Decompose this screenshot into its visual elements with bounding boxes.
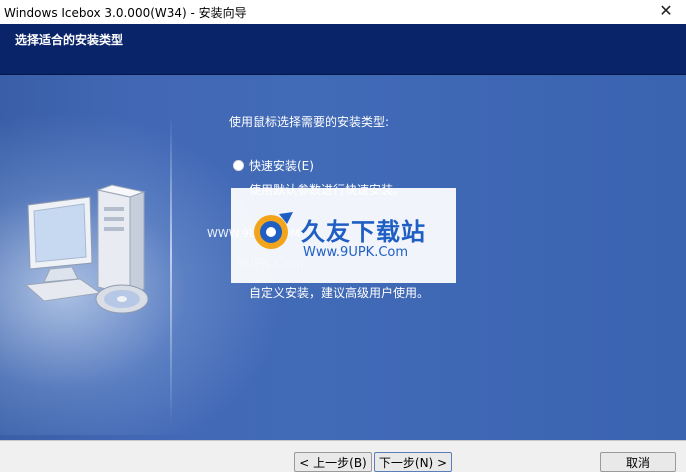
radio-quick-install[interactable] xyxy=(233,160,244,171)
close-button[interactable]: ✕ xyxy=(646,0,686,24)
title-bar: Windows Icebox 3.0.000(W34) - 安装向导 ✕ xyxy=(0,0,686,25)
next-button[interactable]: 下一步(N) > xyxy=(374,452,452,472)
watermark-url: Www.9UPK.Com xyxy=(303,245,409,260)
window-title: Windows Icebox 3.0.000(W34) - 安装向导 xyxy=(4,6,247,20)
option-quick-install[interactable]: 快速安装(E) xyxy=(233,157,314,174)
instruction-text: 使用鼠标选择需要的安装类型: xyxy=(229,115,390,129)
option-quick-label: 快速安装(E) xyxy=(249,159,314,173)
back-button[interactable]: < 上一步(B) xyxy=(294,452,372,472)
wizard-body: 使用鼠标选择需要的安装类型: 快速安装(E) 使用默认参数进行快速安装。 自定义… xyxy=(0,75,686,440)
cancel-button[interactable]: 取消 xyxy=(600,452,676,472)
wizard-header: 选择适合的安装类型 xyxy=(0,24,686,75)
logo-icon xyxy=(254,212,293,249)
option-custom-description: 自定义安装，建议高级用户使用。 xyxy=(249,286,430,300)
divider-line xyxy=(170,115,172,425)
computer-icon xyxy=(24,184,149,314)
watermark-ghost-text: 9UPK.Com xyxy=(236,257,304,272)
wizard-footer: < 上一步(B) 下一步(N) > 取消 xyxy=(0,440,686,472)
page-title: 选择适合的安装类型 xyxy=(15,33,124,47)
watermark-brand: 久友下载站 xyxy=(301,218,426,246)
